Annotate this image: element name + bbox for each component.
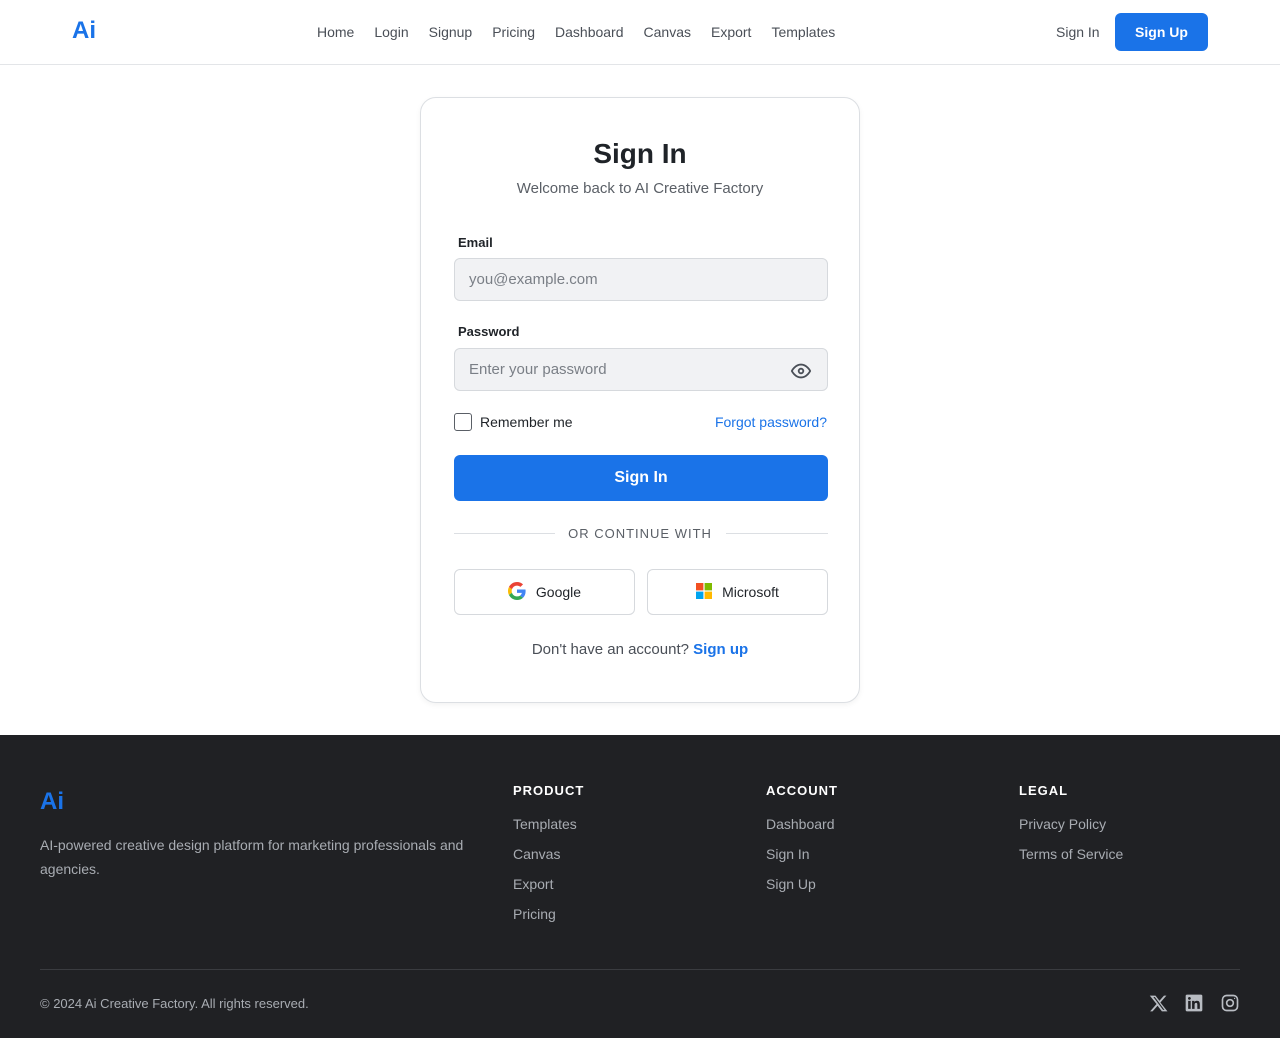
footer-column-product: PRODUCT Templates Canvas Export Pricing <box>513 783 584 936</box>
nav-link-login[interactable]: Login <box>374 24 408 40</box>
divider-line-right <box>726 533 828 534</box>
footer-link-canvas[interactable]: Canvas <box>513 846 584 863</box>
footer-link-pricing[interactable]: Pricing <box>513 906 584 923</box>
eye-icon[interactable] <box>790 360 812 382</box>
main-nav: Home Login Signup Pricing Dashboard Canv… <box>317 0 835 64</box>
email-label: Email <box>458 235 493 250</box>
site-footer: Ai AI-powered creative design platform f… <box>0 735 1280 1038</box>
nav-link-signup[interactable]: Signup <box>429 24 473 40</box>
sign-up-link[interactable]: Sign up <box>693 641 748 658</box>
footer-link-terms-of-service[interactable]: Terms of Service <box>1019 846 1123 863</box>
footer-logo[interactable]: Ai <box>40 788 64 816</box>
forgot-password-link[interactable]: Forgot password? <box>715 414 827 430</box>
instagram-icon[interactable] <box>1220 993 1240 1013</box>
remember-me: Remember me <box>454 413 573 431</box>
top-header: Ai Home Login Signup Pricing Dashboard C… <box>0 0 1280 65</box>
nav-link-dashboard[interactable]: Dashboard <box>555 24 624 40</box>
header-logo[interactable]: Ai <box>72 17 96 45</box>
footer-column-legal: LEGAL Privacy Policy Terms of Service <box>1019 783 1123 876</box>
footer-social-links <box>1148 993 1240 1013</box>
footer-column-account: ACCOUNT Dashboard Sign In Sign Up <box>766 783 838 906</box>
footer-column-title: ACCOUNT <box>766 783 838 798</box>
sign-in-card: Sign In Welcome back to AI Creative Fact… <box>420 97 860 703</box>
footer-column-title: PRODUCT <box>513 783 585 798</box>
microsoft-label: Microsoft <box>722 584 779 600</box>
nav-link-canvas[interactable]: Canvas <box>644 24 691 40</box>
footer-description: AI-powered creative design platform for … <box>40 837 464 877</box>
footer-column-title: LEGAL <box>1019 783 1069 798</box>
footer-divider <box>40 969 1240 970</box>
footer-link-templates[interactable]: Templates <box>513 816 584 833</box>
footer-link-sign-in[interactable]: Sign In <box>766 846 838 863</box>
footer-copyright: © 2024 Ai Creative Factory. All rights r… <box>40 996 309 1011</box>
card-title: Sign In <box>593 138 687 169</box>
google-sign-in-button[interactable]: Google <box>454 569 635 615</box>
linkedin-icon[interactable] <box>1184 993 1204 1013</box>
no-account-text: Don't have an account? <box>531 641 689 658</box>
header-sign-in-link[interactable]: Sign In <box>1056 24 1100 40</box>
footer-link-dashboard[interactable]: Dashboard <box>766 816 838 833</box>
google-label: Google <box>535 584 582 600</box>
password-input[interactable] <box>454 348 828 391</box>
email-input[interactable] <box>454 258 828 301</box>
nav-link-export[interactable]: Export <box>711 24 751 40</box>
footer-link-privacy-policy[interactable]: Privacy Policy <box>1019 816 1123 833</box>
footer-link-export[interactable]: Export <box>513 876 584 893</box>
nav-link-templates[interactable]: Templates <box>771 24 835 40</box>
remember-me-label[interactable]: Remember me <box>480 414 573 430</box>
sign-in-submit-button[interactable]: Sign In <box>454 455 828 501</box>
google-icon <box>507 581 526 603</box>
nav-link-pricing[interactable]: Pricing <box>492 24 535 40</box>
footer-link-sign-up[interactable]: Sign Up <box>766 876 838 893</box>
x-icon[interactable] <box>1148 993 1168 1013</box>
remember-me-checkbox[interactable] <box>454 413 472 431</box>
microsoft-icon <box>696 582 713 602</box>
header-sign-up-button[interactable]: Sign Up <box>1115 13 1208 51</box>
card-subtitle: Welcome back to AI Creative Factory <box>516 180 764 197</box>
sign-up-prompt: Don't have an account? Sign up <box>421 641 859 658</box>
microsoft-sign-in-button[interactable]: Microsoft <box>647 569 828 615</box>
password-label: Password <box>458 324 520 339</box>
nav-link-home[interactable]: Home <box>317 24 354 40</box>
